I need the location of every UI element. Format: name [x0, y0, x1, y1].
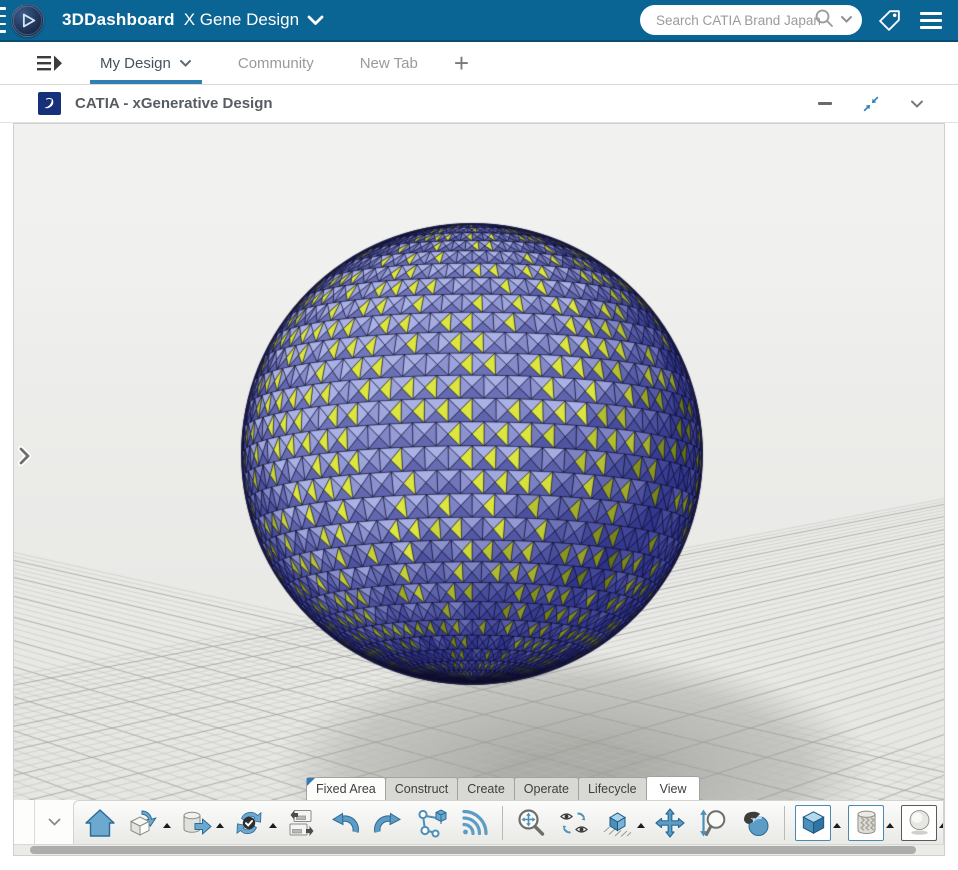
pan-icon[interactable]: [652, 804, 688, 842]
toolbar-separator: [502, 805, 503, 840]
tab-my-design[interactable]: My Design: [90, 42, 202, 84]
action-bar-tabs: Fixed Area Construct Create Operate Life…: [306, 776, 701, 800]
search-icon[interactable]: [814, 8, 834, 33]
app-widget-title: CATIA - xGenerative Design: [75, 95, 273, 112]
app-frame: Fixed Area Construct Create Operate Life…: [13, 123, 945, 856]
action-tab-construct[interactable]: Construct: [384, 777, 459, 800]
zoom-area-icon[interactable]: [513, 804, 549, 842]
action-tab-view[interactable]: View: [645, 776, 701, 800]
side-panel-toggle-icon[interactable]: [36, 54, 64, 73]
dashboard-tab-bar: My Design Community New Tab +: [0, 40, 958, 85]
swap-representation-icon[interactable]: [284, 804, 320, 842]
tag-icon[interactable]: [877, 8, 902, 33]
minimize-icon: [818, 102, 832, 105]
action-tab-lifecycle[interactable]: Lifecycle: [577, 777, 647, 800]
3d-viewport: Fixed Area Construct Create Operate Life…: [14, 124, 944, 800]
action-tab-operate[interactable]: Operate: [513, 777, 579, 800]
update-status-icon[interactable]: [231, 804, 267, 842]
3dexperience-compass-icon[interactable]: [11, 3, 44, 37]
tab-community-label: Community: [237, 54, 314, 72]
shading-dropdown-arrow[interactable]: [833, 823, 841, 828]
minimize-button[interactable]: [810, 102, 840, 105]
widget-menu-chevron[interactable]: [902, 99, 932, 109]
design-graph-icon[interactable]: [413, 804, 449, 842]
save-data-icon[interactable]: [178, 804, 214, 842]
notifications-icon[interactable]: [456, 804, 492, 842]
menu-icon[interactable]: [920, 11, 942, 29]
search-input[interactable]: [654, 11, 826, 29]
undo-icon[interactable]: [327, 804, 363, 842]
horizontal-scrollbar[interactable]: [14, 844, 944, 855]
launcher-icon[interactable]: [0, 7, 8, 33]
home-icon[interactable]: [82, 804, 118, 842]
render-style-dropdown-arrow[interactable]: [886, 823, 894, 828]
lighting-button[interactable]: [901, 804, 937, 841]
rotate-icon[interactable]: [738, 804, 774, 842]
shading-cube-icon: [801, 811, 825, 834]
export-content-icon[interactable]: [125, 804, 161, 842]
toolbar-separator: [784, 805, 785, 840]
center-view-dropdown-arrow[interactable]: [637, 823, 645, 828]
lighting-dropdown-arrow[interactable]: [939, 823, 943, 828]
dashboard-tabs: My Design Community New Tab +: [90, 42, 475, 84]
action-bar: [14, 800, 944, 844]
tab-chevron-down-icon: [179, 59, 191, 67]
action-tab-create[interactable]: Create: [457, 777, 515, 800]
toolbar-left-gutter: [14, 800, 35, 844]
tab-my-design-label: My Design: [100, 54, 171, 72]
app-title: 3DDashboard: [62, 10, 175, 29]
scrollbar-thumb[interactable]: [30, 846, 916, 854]
tab-community[interactable]: Community: [228, 42, 324, 84]
toolbar-tools: [73, 800, 944, 844]
search-scope-chevron-icon[interactable]: [840, 11, 853, 29]
tab-new-tab-label: New Tab: [359, 54, 418, 72]
tab-new-tab[interactable]: New Tab: [350, 42, 428, 84]
center-view-icon[interactable]: [599, 804, 635, 842]
hide-show-icon[interactable]: [556, 804, 592, 842]
3ddashboard-window: 3DDashboard X Gene Design My Design: [0, 0, 958, 870]
viewport-3d-scene[interactable]: [14, 124, 944, 800]
collapse-arrows-icon: [863, 96, 879, 111]
context-chevron-down-icon[interactable]: [307, 14, 324, 26]
toolbar-collapse-chevron-icon[interactable]: [35, 800, 73, 844]
dassault-3ds-logo-icon: [38, 92, 61, 115]
collapse-button[interactable]: [856, 95, 886, 113]
app-widget-header: CATIA - xGenerative Design: [0, 85, 958, 123]
shading-mode-button[interactable]: [795, 804, 831, 841]
panel-expander-chevron-icon[interactable]: [17, 446, 33, 466]
zoom-icon[interactable]: [695, 804, 731, 842]
bottom-margin: [0, 856, 958, 869]
save-dropdown-arrow[interactable]: [216, 823, 224, 828]
update-dropdown-arrow[interactable]: [269, 823, 277, 828]
add-tab-button[interactable]: +: [448, 42, 475, 84]
render-style-button[interactable]: [848, 804, 884, 841]
textured-cylinder-icon: [856, 810, 876, 835]
action-tab-fixed-area[interactable]: Fixed Area: [306, 777, 386, 800]
search-box[interactable]: [640, 5, 862, 35]
redo-icon[interactable]: [370, 804, 406, 842]
context-title: X Gene Design: [183, 10, 300, 29]
export-dropdown-arrow[interactable]: [163, 823, 171, 828]
lighting-sphere-icon: [909, 810, 929, 835]
top-bar: 3DDashboard X Gene Design: [0, 0, 958, 40]
